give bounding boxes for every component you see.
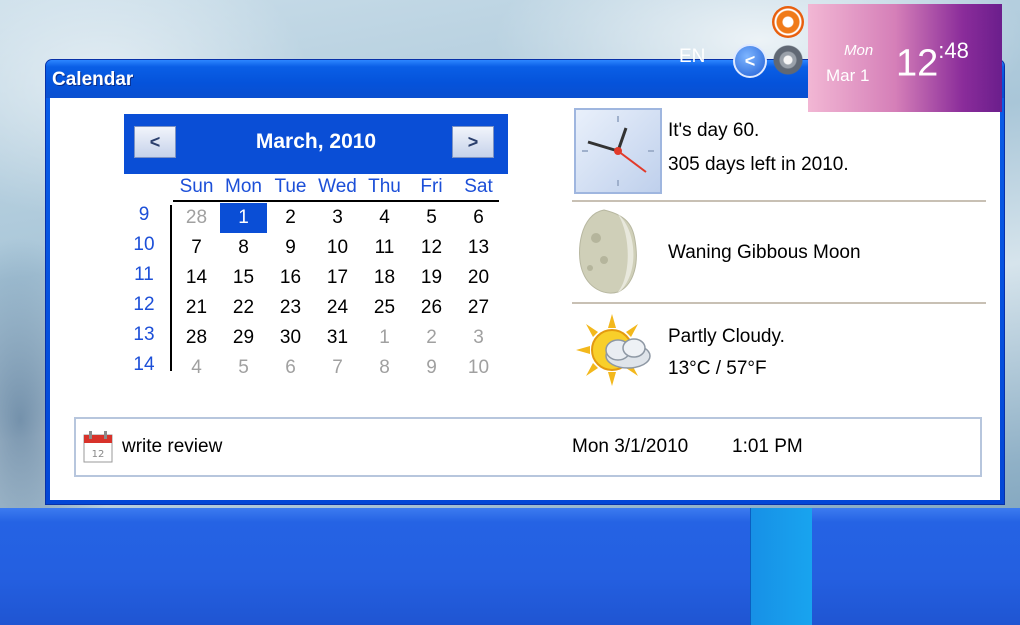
calendar-day[interactable]: 2	[267, 203, 314, 233]
calendar-day[interactable]: 28	[173, 203, 220, 233]
system-tray	[750, 508, 812, 625]
next-month-button[interactable]: >	[452, 126, 494, 158]
calendar-day[interactable]: 31	[314, 323, 361, 353]
calendar-day[interactable]: 5	[220, 353, 267, 383]
speaker-tray-icon[interactable]	[772, 44, 804, 76]
calendar-day[interactable]: 14	[173, 263, 220, 293]
calendar-day[interactable]: 10	[455, 353, 502, 383]
calendar-day[interactable]: 3	[314, 203, 361, 233]
calendar-day[interactable]: 17	[314, 263, 361, 293]
reminder-text[interactable]: write review	[122, 436, 222, 458]
weekday-fri: Fri	[420, 176, 443, 197]
calendar-day[interactable]: 21	[173, 293, 220, 323]
calendar-day[interactable]: 20	[455, 263, 502, 293]
calendar-day[interactable]: 9	[408, 353, 455, 383]
window-title: Calendar	[52, 69, 134, 90]
calendar-day[interactable]: 19	[408, 263, 455, 293]
moon-phase-row: Waning Gibbous Moon	[572, 208, 986, 300]
calendar-day[interactable]: 2	[408, 323, 455, 353]
clock-time: 12:48	[896, 38, 969, 86]
weekday-header-row: Sun Mon Tue Wed Thu Fri Sat	[173, 176, 499, 202]
weather-row: Partly Cloudy. 13°C / 57°F	[572, 314, 986, 404]
clock-date: Mar 1	[826, 66, 870, 85]
calendar-day[interactable]: 16	[267, 263, 314, 293]
calendar-window: Calendar ✕ < March, 2010 > Sun Mon Tue W…	[45, 59, 1005, 505]
taskbar	[0, 508, 1020, 625]
calendar-day[interactable]: 3	[455, 323, 502, 353]
weekday-sun: Sun	[179, 176, 214, 197]
calendar-day[interactable]: 7	[314, 353, 361, 383]
calendar-day[interactable]: 7	[173, 233, 220, 263]
month-calendar: < March, 2010 > Sun Mon Tue Wed Thu Fri …	[124, 114, 508, 378]
calendar-day[interactable]: 1	[220, 203, 267, 233]
day-of-year-text: It's day 60.	[668, 120, 760, 141]
calendar-day[interactable]: 6	[267, 353, 314, 383]
calendar-day[interactable]: 4	[361, 203, 408, 233]
moon-icon	[574, 208, 640, 296]
week-number[interactable]: 13	[124, 324, 164, 346]
svg-text:12: 12	[92, 449, 105, 460]
chevron-right-icon: >	[467, 132, 479, 152]
calendar-day[interactable]: 29	[220, 323, 267, 353]
calendar-day[interactable]: 8	[361, 353, 408, 383]
calendar-day[interactable]: 25	[361, 293, 408, 323]
calendar-day[interactable]: 13	[455, 233, 502, 263]
info-divider	[572, 302, 986, 304]
calendar-day[interactable]: 27	[455, 293, 502, 323]
chevron-left-icon: <	[744, 51, 756, 71]
status-bar: 12 write review Mon 3/1/2010 1:01 PM	[74, 417, 982, 477]
avast-tray-icon[interactable]	[772, 6, 804, 38]
day-count-row: It's day 60. 305 days left in 2010.	[572, 108, 986, 198]
calendar-day[interactable]: 4	[173, 353, 220, 383]
clock-seconds: :48	[938, 38, 969, 63]
weekday-tue: Tue	[274, 176, 307, 197]
temperature-text: 13°C / 57°F	[668, 358, 767, 379]
calendar-day[interactable]: 24	[314, 293, 361, 323]
calendar-day[interactable]: 18	[361, 263, 408, 293]
calendar-day[interactable]: 9	[267, 233, 314, 263]
calendar-day[interactable]: 10	[314, 233, 361, 263]
weekday-wed: Wed	[318, 176, 357, 197]
week-number[interactable]: 12	[124, 294, 164, 316]
calendar-note-icon[interactable]: 12	[83, 431, 113, 463]
calendar-day[interactable]: 22	[220, 293, 267, 323]
calendar-day[interactable]: 26	[408, 293, 455, 323]
window-client-area: < March, 2010 > Sun Mon Tue Wed Thu Fri …	[50, 98, 1000, 500]
calendar-day[interactable]: 8	[220, 233, 267, 263]
partly-cloudy-icon	[576, 314, 658, 392]
language-indicator[interactable]: EN	[679, 46, 705, 68]
calendar-header: < March, 2010 >	[124, 114, 508, 174]
weekday-thu: Thu	[368, 176, 401, 197]
week-number[interactable]: 11	[124, 264, 164, 286]
current-date-text: Mon 3/1/2010	[572, 436, 689, 457]
clock-day: Mon	[844, 42, 874, 59]
show-hidden-icons-button[interactable]: <	[733, 44, 767, 78]
clock-hour: 12	[896, 42, 939, 85]
days-left-text: 305 days left in 2010.	[668, 154, 849, 175]
calendar-day[interactable]: 15	[220, 263, 267, 293]
calendar-day[interactable]: 28	[173, 323, 220, 353]
weekday-mon: Mon	[225, 176, 262, 197]
month-title: March, 2010	[255, 130, 377, 153]
calendar-day[interactable]: 23	[267, 293, 314, 323]
week-number[interactable]: 14	[124, 354, 164, 376]
weekday-sat: Sat	[464, 176, 493, 197]
info-divider	[572, 200, 986, 202]
weather-condition-text: Partly Cloudy.	[668, 326, 785, 347]
week-number-divider	[170, 205, 172, 371]
week-number[interactable]: 9	[124, 204, 164, 226]
calendar-day[interactable]: 6	[455, 203, 502, 233]
calendar-day[interactable]: 5	[408, 203, 455, 233]
taskbar-clock[interactable]: Mon Mar 1 12:48	[808, 4, 1002, 112]
clock-icon	[574, 108, 662, 194]
calendar-day[interactable]: 30	[267, 323, 314, 353]
calendar-day[interactable]: 11	[361, 233, 408, 263]
moon-phase-text: Waning Gibbous Moon	[668, 242, 861, 263]
calendar-day[interactable]: 12	[408, 233, 455, 263]
week-number[interactable]: 10	[124, 234, 164, 256]
current-time-text: 1:01 PM	[732, 436, 803, 457]
calendar-day[interactable]: 1	[361, 323, 408, 353]
